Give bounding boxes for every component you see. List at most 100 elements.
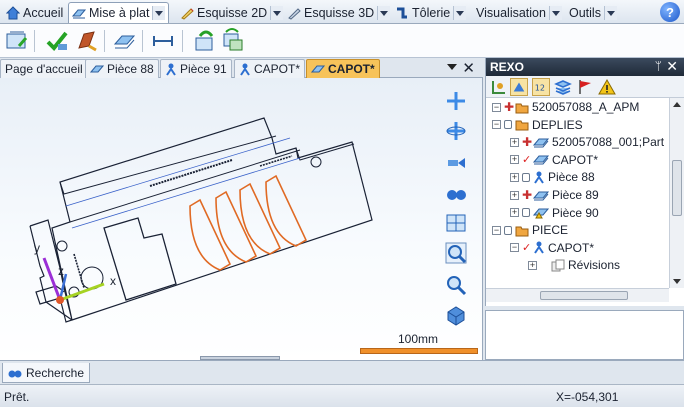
rotate-icon	[446, 122, 466, 140]
measure-icon[interactable]	[150, 28, 176, 54]
doc-tab-label: Page d'accueil	[5, 62, 83, 76]
warning-icon[interactable]	[598, 78, 616, 96]
new-node-icon[interactable]	[490, 78, 508, 96]
tab-esquisse-2d[interactable]: Esquisse 2D	[176, 2, 287, 23]
expand-icon[interactable]: +	[510, 137, 519, 147]
chevron-down-icon[interactable]	[548, 6, 562, 20]
tree-item[interactable]: + Révisions	[528, 256, 620, 274]
tree-item-label: Pièce 89	[552, 188, 599, 202]
zoom-window-button[interactable]	[444, 242, 468, 264]
collapse-icon[interactable]: −	[510, 243, 519, 253]
zoom-button[interactable]	[444, 274, 468, 296]
pin-icon[interactable]: ᛘ	[655, 59, 662, 73]
expand-icon[interactable]: +	[510, 172, 519, 182]
doc-tab-piece-91[interactable]: Pièce 91	[160, 59, 232, 78]
lock-icon	[522, 172, 530, 182]
export-all-icon[interactable]	[220, 28, 246, 54]
axis-x-label: x	[110, 274, 116, 288]
collapse-icon[interactable]: −	[492, 102, 501, 112]
tree-item[interactable]: + Pièce 88	[510, 168, 595, 186]
part-filter-icon[interactable]	[510, 78, 528, 96]
tree-item[interactable]: − ✚ 520057088_A_APM	[492, 98, 639, 116]
tab-label: Esquisse 3D	[304, 6, 375, 20]
tab-label: Accueil	[23, 6, 64, 20]
toolbar-separator	[182, 30, 183, 52]
fit-view-button[interactable]	[444, 182, 468, 204]
layers-icon[interactable]	[554, 78, 572, 96]
flatten-icon	[72, 9, 86, 19]
folder-icon	[515, 224, 529, 237]
tab-mise-a-plat[interactable]: Mise à plat	[68, 2, 170, 23]
zoom-in-icon	[445, 242, 467, 264]
revisions-icon	[551, 259, 565, 272]
tab-visualisation[interactable]: Visualisation	[472, 2, 566, 23]
tree-item-label: CAPOT*	[548, 240, 595, 255]
scroll-thumb[interactable]	[540, 291, 628, 300]
help-button[interactable]: ?	[660, 2, 680, 22]
close-panel-button[interactable]: ✕	[666, 58, 678, 75]
scale-label: 100mm	[398, 332, 439, 346]
collapse-icon[interactable]: −	[492, 120, 501, 130]
home-icon	[6, 6, 20, 20]
tab-tolerie[interactable]: Tôlerie	[391, 2, 470, 23]
hole	[310, 156, 322, 168]
close-tab-button[interactable]: ✕	[462, 59, 475, 77]
person-part-icon	[166, 63, 176, 76]
check-icon[interactable]	[44, 28, 70, 54]
pan-button[interactable]	[444, 90, 468, 112]
tree-item[interactable]: + ✚ Pièce 89	[510, 186, 599, 204]
ribbon-toolbar	[0, 24, 684, 58]
flag-icon[interactable]	[576, 78, 594, 96]
chevron-down-icon[interactable]	[603, 6, 617, 20]
tab-outils[interactable]: Outils	[565, 2, 621, 23]
tree-item[interactable]: + Pièce 90	[510, 204, 599, 222]
render-mode-button[interactable]	[444, 304, 468, 326]
part-status-icon: ✚	[504, 100, 515, 114]
sort-numeric-icon[interactable]: 12	[532, 78, 550, 96]
svg-text:12: 12	[535, 84, 545, 93]
expand-icon[interactable]: +	[510, 190, 519, 200]
doc-tab-capot-flat[interactable]: CAPOT*	[306, 59, 380, 78]
origin-marker	[56, 296, 64, 304]
properties-pane	[485, 310, 684, 360]
tree-item-label: 520057088_A_APM	[532, 100, 640, 114]
export-flat-icon[interactable]	[192, 28, 218, 54]
flat-pattern-icon[interactable]	[112, 28, 138, 54]
tab-accueil[interactable]: Accueil	[2, 2, 67, 23]
tree-item[interactable]: − PIECE	[492, 221, 568, 239]
doc-tab-piece-88[interactable]: Pièce 88	[85, 59, 159, 78]
expand-icon[interactable]: +	[510, 155, 519, 165]
collapse-icon[interactable]: −	[492, 225, 501, 235]
view-orientation-button[interactable]	[444, 152, 468, 174]
tree-item[interactable]: + ✓ CAPOT*	[510, 151, 598, 169]
chevron-down-icon[interactable]	[152, 6, 166, 20]
update-flat-icon[interactable]	[4, 28, 30, 54]
scroll-thumb[interactable]	[672, 160, 682, 216]
3d-viewport[interactable]: y z x 100mm	[0, 78, 483, 360]
tree-vertical-scrollbar[interactable]	[669, 98, 684, 288]
tree-item[interactable]: − ✓ CAPOT*	[510, 239, 594, 257]
scale-bar	[360, 348, 478, 354]
tab-esquisse-3d[interactable]: Esquisse 3D	[283, 2, 394, 23]
expand-icon[interactable]: +	[528, 260, 537, 270]
tree-item[interactable]: − DEPLIES	[492, 116, 583, 134]
search-tab[interactable]: Recherche	[2, 363, 91, 383]
expand-icon[interactable]: +	[510, 208, 519, 218]
fold-part-icon[interactable]	[74, 28, 100, 54]
tree-item[interactable]: + ✚ 520057088_001;Part	[510, 133, 664, 151]
part-status-icon: ✚	[522, 188, 533, 202]
tree-horizontal-scrollbar[interactable]	[486, 288, 669, 302]
person-part-icon	[533, 241, 545, 254]
doc-tab-page-accueil[interactable]: Page d'accueil	[0, 59, 88, 78]
engraving-mark	[73, 253, 85, 289]
doc-tab-capot[interactable]: CAPOT*	[234, 59, 306, 78]
chevron-down-icon[interactable]	[377, 6, 391, 20]
axis-z-label: z	[58, 264, 64, 278]
rotate-button[interactable]	[444, 120, 468, 142]
chevron-down-icon[interactable]	[453, 6, 467, 20]
slot-outline	[215, 190, 258, 263]
window-layout-button[interactable]	[444, 212, 468, 234]
tab-label: Visualisation	[476, 6, 546, 20]
tab-list-dropdown[interactable]	[447, 64, 457, 70]
chevron-down-icon[interactable]	[270, 6, 284, 20]
